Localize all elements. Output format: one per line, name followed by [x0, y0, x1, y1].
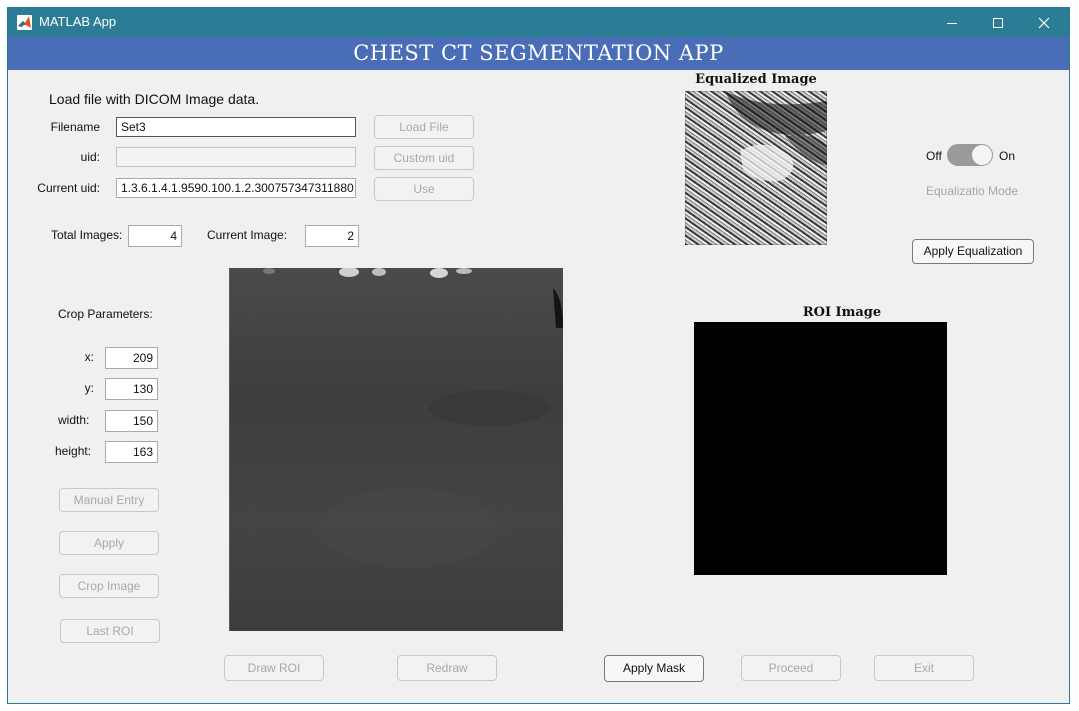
app-banner: CHEST CT SEGMENTATION APP [8, 37, 1069, 70]
filename-label: Filename [50, 120, 100, 134]
y-label: y: [84, 381, 94, 395]
height-label: height: [55, 444, 92, 458]
current-image-field[interactable]: 2 [305, 225, 359, 247]
minimize-button[interactable] [929, 8, 975, 37]
current-image-label: Current Image: [207, 228, 288, 242]
total-images-field[interactable]: 4 [128, 225, 182, 247]
proceed-button[interactable]: Proceed [741, 655, 841, 681]
manual-entry-button[interactable]: Manual Entry [59, 488, 159, 512]
current-uid-label: Current uid: [37, 181, 100, 195]
custom-uid-button[interactable]: Custom uid [374, 146, 474, 170]
height-field[interactable]: 163 [105, 441, 158, 463]
roi-image[interactable] [694, 322, 947, 575]
equalization-mode-label: Equalizatio Mode [926, 184, 1019, 198]
use-button[interactable]: Use [374, 177, 474, 201]
load-heading: Load file with DICOM Image data. [49, 91, 260, 107]
equalized-image-title: Equalized Image [695, 72, 817, 87]
apply-mask-button[interactable]: Apply Mask [604, 655, 704, 682]
toggle-on-label: On [999, 149, 1016, 163]
x-label: x: [84, 350, 94, 364]
current-uid-field[interactable]: 1.3.6.1.4.1.9590.100.1.2.300757347311880 [116, 178, 356, 198]
uid-field[interactable] [116, 147, 356, 167]
toggle-knob[interactable] [972, 145, 992, 165]
y-field[interactable]: 130 [105, 378, 158, 400]
redraw-button[interactable]: Redraw [397, 655, 497, 681]
matlab-icon [17, 15, 32, 30]
window-title: MATLAB App [39, 14, 117, 29]
title-bar: MATLAB App [8, 8, 1069, 37]
roi-image-title: ROI Image [802, 305, 882, 320]
apply-equalization-button[interactable]: Apply Equalization [912, 239, 1034, 264]
maximize-icon [993, 17, 1003, 28]
crop-image-button[interactable]: Crop Image [59, 574, 159, 598]
draw-roi-button[interactable]: Draw ROI [224, 655, 324, 681]
apply-crop-button[interactable]: Apply [59, 531, 159, 555]
equalized-image[interactable] [685, 91, 827, 245]
crop-heading: Crop Parameters: [58, 307, 153, 321]
width-field[interactable]: 150 [105, 410, 158, 432]
app-window: MATLAB App CHEST CT SEGMENTATION APP Loa… [7, 7, 1070, 704]
close-icon [1038, 17, 1050, 28]
equalization-toggle[interactable] [947, 144, 993, 166]
exit-button[interactable]: Exit [874, 655, 974, 681]
minimize-icon [947, 22, 957, 24]
uid-label: uid: [80, 150, 100, 164]
filename-field[interactable]: Set3 [116, 117, 356, 137]
width-label: width: [58, 413, 90, 427]
toggle-off-label: Off [926, 149, 942, 163]
close-button[interactable] [1021, 8, 1067, 37]
maximize-button[interactable] [975, 8, 1021, 37]
load-file-button[interactable]: Load File [374, 115, 474, 139]
total-images-label: Total Images: [51, 228, 123, 242]
x-field[interactable]: 209 [105, 347, 158, 369]
ct-image[interactable] [229, 268, 563, 631]
last-roi-button[interactable]: Last ROI [60, 619, 160, 643]
